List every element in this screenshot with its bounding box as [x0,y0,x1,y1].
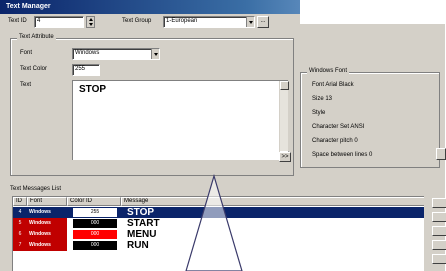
list-row[interactable]: 7 Windows 000 RUN [13,240,424,251]
color-swatch: 255 [73,208,117,217]
font-label: Font [20,50,33,56]
text-color-value: 255 [75,66,86,72]
font-value: Windows [75,50,100,56]
color-swatch: 000 [73,219,117,228]
row-font: Windows [27,229,67,240]
text-attribute-label: Text Attribute [17,34,56,40]
background-area [300,0,446,24]
text-group-value: 1-European [166,18,198,24]
list-action-button[interactable] [432,254,446,264]
list-action-button[interactable] [432,226,446,236]
window-title: Text Manager [6,3,51,10]
text-scrollbar[interactable] [279,81,289,160]
list-action-button[interactable] [432,212,446,222]
text-id-label: Text ID [8,18,27,24]
text-content: STOP [79,84,107,95]
row-message: STOP [127,207,155,218]
row-font: Windows [27,240,67,251]
column-header-color-id[interactable]: Color ID [67,197,121,206]
text-manager-window: Text Manager Text ID 4 Text Group 1-Euro… [0,0,446,271]
row-id: 6 [13,229,27,240]
font-style-info: Style [312,110,326,116]
row-font: Windows [29,209,51,215]
messages-list[interactable]: ID Font Color ID Message 4 Windows 255 S… [12,196,424,271]
list-action-button[interactable] [432,198,446,208]
font-name-info: Font Arial Black [312,82,354,88]
text-group-dropdown[interactable]: 1-European [163,16,255,28]
spin-up-icon[interactable] [89,18,93,21]
character-set-info: Character Set ANSI [312,124,365,130]
character-pitch-info: Character pitch 0 [312,138,358,144]
row-id: 5 [13,218,27,229]
column-header-id[interactable]: ID [13,197,27,206]
color-swatch: 000 [73,230,117,239]
scroll-up-icon[interactable] [280,81,289,90]
font-settings-button[interactable] [436,148,446,160]
text-group-label: Text Group [122,18,152,24]
spin-down-icon[interactable] [89,23,93,26]
row-message: MENU [127,229,157,240]
dropdown-arrow-icon[interactable] [246,17,254,27]
list-row[interactable]: 4 Windows 255 STOP [13,207,424,218]
column-header-font[interactable]: Font [27,197,67,206]
list-row[interactable]: 5 Windows 000 START [13,218,424,229]
row-message: START [127,218,160,229]
font-size-info: Size 13 [312,96,333,102]
text-id-field[interactable]: 4 [34,16,84,28]
row-message: RUN [127,240,149,251]
list-action-button[interactable] [432,240,446,250]
windows-font-label: Windows Font [307,68,350,74]
text-color-field[interactable]: 255 [72,64,100,76]
line-spacing-info: Space between lines 0 [312,152,373,158]
list-row[interactable]: 6 Windows 000 MENU [13,229,424,240]
text-id-spinner[interactable] [86,16,95,28]
text-id-value: 4 [37,18,41,24]
row-id: 7 [13,240,27,251]
font-dropdown[interactable]: Windows [72,48,160,60]
expand-text-button[interactable]: >> [279,152,291,162]
row-id: 4 [18,209,22,215]
text-group-more-button[interactable]: ... [257,16,269,28]
column-header-message[interactable]: Message [121,197,424,206]
messages-list-label: Text Messages List [10,186,62,192]
dropdown-arrow-icon[interactable] [151,49,159,59]
color-swatch: 000 [73,241,117,250]
text-edit-box[interactable]: STOP [72,80,289,160]
text-label: Text [20,82,32,88]
text-color-label: Text Color [20,66,48,72]
row-font: Windows [27,218,67,229]
